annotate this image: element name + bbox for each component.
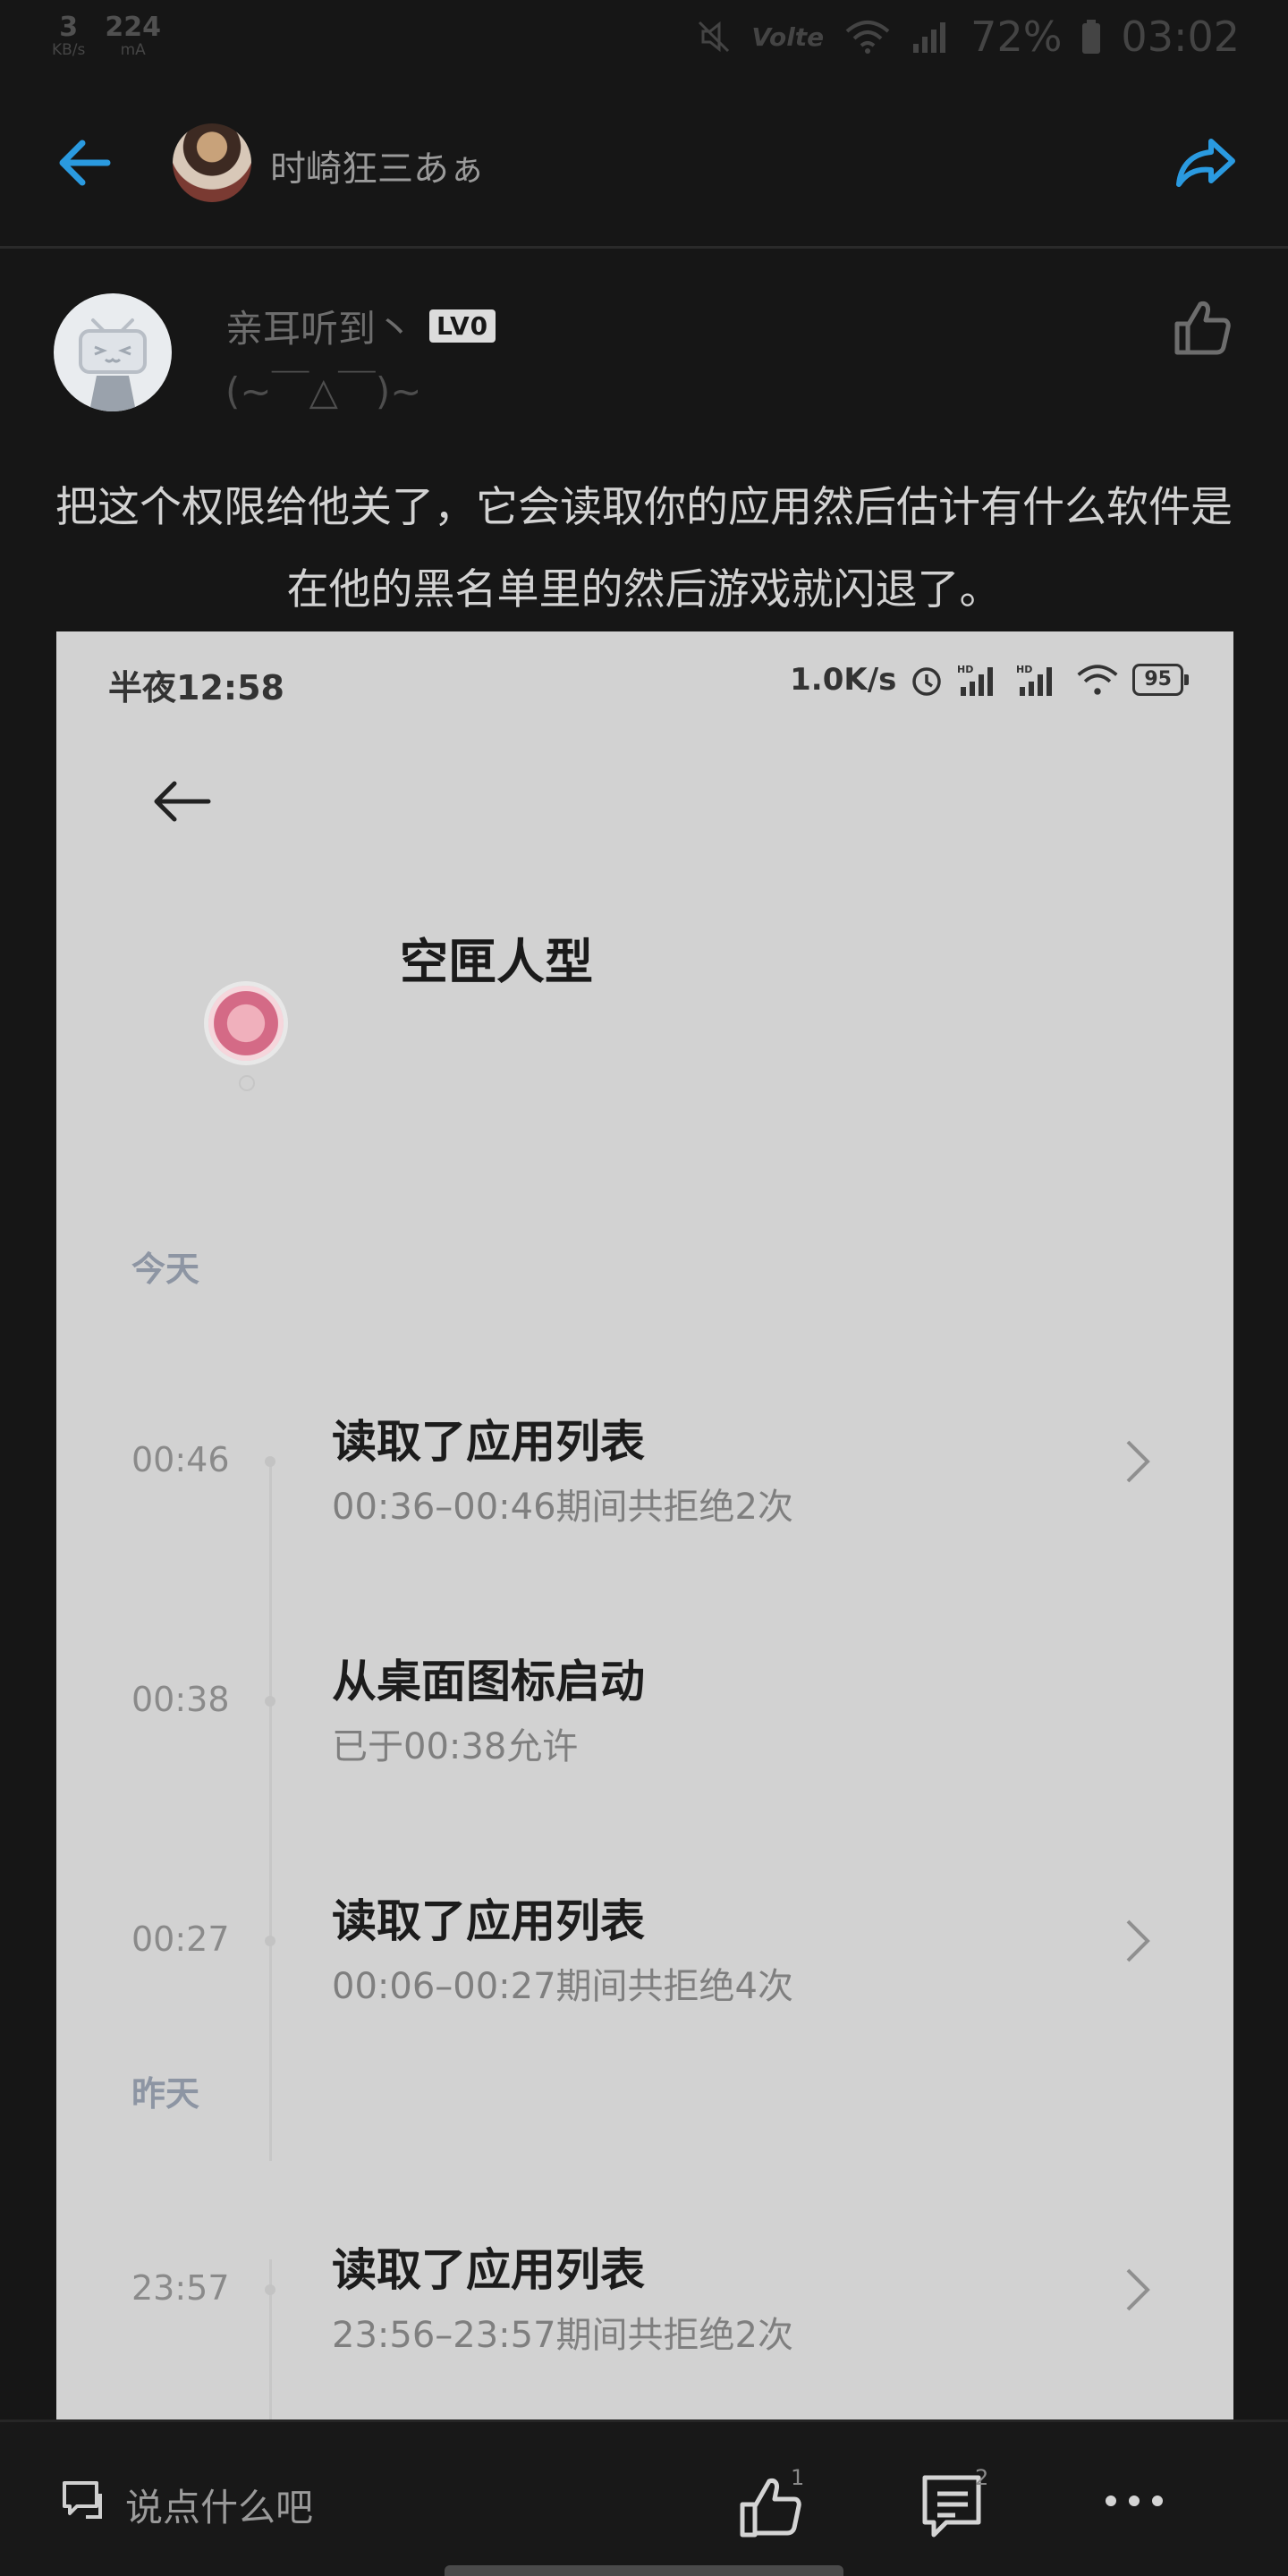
inner-app-title: 空匣人型 — [400, 934, 593, 990]
entry-detail: 已于00:38允许 — [332, 1726, 579, 1767]
timeline-line — [269, 2259, 272, 2420]
entry-detail: 00:36–00:46期间共拒绝2次 — [332, 1487, 793, 1528]
back-arrow-icon — [154, 781, 211, 822]
status-left-indicators: 3 KB/s 224 mA — [52, 14, 161, 58]
svg-text:HD: HD — [1016, 664, 1032, 675]
net-speed-value: 3 — [59, 12, 79, 43]
comment-edit-icon — [63, 2481, 102, 2519]
net-speed-indicator: 3 KB/s — [52, 14, 85, 58]
current-indicator: 224 mA — [105, 14, 161, 58]
timeline-dot — [265, 1936, 275, 1946]
more-dots-icon — [1106, 2496, 1163, 2506]
wifi-icon — [1077, 665, 1118, 695]
entry-time: 00:46 — [131, 1440, 230, 1479]
chevron-right-icon — [1126, 1919, 1150, 1962]
commenter-signature: (~￣△￣)~ — [225, 369, 422, 413]
hd-signal-icon: HD — [957, 664, 994, 696]
entry-title: 读取了应用列表 — [332, 1416, 645, 1468]
commenter-avatar[interactable] — [54, 293, 172, 411]
volte-label: Volte — [751, 21, 825, 52]
inner-status-indicators: 1.0K/s HD HD 95 — [790, 662, 1189, 698]
share-button[interactable] — [1170, 127, 1241, 199]
section-today: 今天 — [131, 1250, 200, 1289]
comment-like-button[interactable] — [1170, 295, 1234, 360]
timeline-dot — [265, 1696, 275, 1707]
entry-time: 23:57 — [131, 2268, 230, 2308]
net-speed-unit: KB/s — [52, 41, 86, 59]
thumbs-up-icon — [1174, 301, 1231, 355]
svg-text:HD: HD — [957, 664, 973, 675]
status-right-indicators: Volte 72% 03:02 — [696, 13, 1240, 61]
status-bar: 3 KB/s 224 mA Volte 72% 03:02 — [0, 0, 1288, 75]
tv-mascot-icon — [79, 318, 147, 411]
inner-back-button[interactable] — [146, 766, 217, 837]
commenter-name-row: 亲耳听到丶 LV0 — [225, 299, 496, 353]
wifi-icon — [845, 21, 890, 54]
timeline-dot — [265, 2284, 275, 2295]
cell-signal-icon — [913, 22, 946, 53]
commenter-name[interactable]: 亲耳听到丶 — [225, 299, 413, 353]
alarm-icon — [912, 667, 942, 696]
header-divider — [0, 246, 1288, 249]
entry-time: 00:38 — [131, 1680, 230, 1719]
status-time: 03:02 — [1121, 13, 1240, 61]
reply-count: 2 — [975, 2465, 989, 2490]
attached-screenshot[interactable]: 半夜12:58 1.0K/s HD HD 95 空匣人型 今天 00:46 读取… — [56, 631, 1233, 2420]
hd-signal-icon: HD — [1016, 664, 1053, 696]
app-icon — [208, 986, 284, 1061]
comment-text: 把这个权限给他关了，它会读取你的应用然后估计有什么软件是在他的黑名单里的然后游戏… — [55, 483, 1233, 614]
level-badge: LV0 — [429, 309, 496, 343]
entry-title: 读取了应用列表 — [332, 2244, 645, 2296]
author-name[interactable]: 时崎狂三あぁ — [270, 140, 485, 191]
inner-battery: 95 — [1132, 664, 1189, 696]
entry-title: 读取了应用列表 — [332, 1895, 645, 1947]
more-button[interactable] — [1098, 2474, 1170, 2528]
share-arrow-icon — [1176, 139, 1235, 187]
top-nav: 时崎狂三あぁ — [0, 100, 1288, 225]
entry-title: 从桌面图标启动 — [332, 1656, 645, 1707]
inner-net-speed: 1.0K/s — [790, 662, 897, 698]
current-value: 224 — [105, 12, 162, 43]
entry-time: 00:27 — [131, 1919, 230, 1959]
chevron-right-icon — [1126, 2268, 1150, 2311]
inner-status-time: 半夜12:58 — [108, 668, 284, 708]
bottom-action-bar: 说点什么吧 1 2 — [0, 2419, 1288, 2576]
timeline-dot — [265, 1456, 275, 1467]
back-button[interactable] — [50, 127, 122, 199]
entry-detail: 00:06–00:27期间共拒绝4次 — [332, 1966, 793, 2007]
battery-percent: 72% — [970, 13, 1063, 61]
battery-icon — [1082, 20, 1101, 54]
author-avatar[interactable] — [173, 123, 251, 202]
chevron-right-icon — [1126, 1440, 1150, 1483]
back-arrow-icon — [59, 140, 111, 186]
mute-icon — [699, 21, 730, 53]
inner-status-bar: 半夜12:58 1.0K/s HD HD 95 — [56, 631, 1233, 739]
timeline-line — [269, 1463, 272, 2161]
app-status-dot — [239, 1075, 255, 1091]
entry-detail: 23:56–23:57期间共拒绝2次 — [332, 2315, 793, 2356]
home-indicator[interactable] — [445, 2565, 843, 2576]
like-count: 1 — [791, 2465, 805, 2490]
section-yesterday: 昨天 — [131, 2074, 200, 2114]
current-unit: mA — [120, 41, 146, 59]
comment-input[interactable]: 说点什么吧 — [125, 2478, 313, 2532]
